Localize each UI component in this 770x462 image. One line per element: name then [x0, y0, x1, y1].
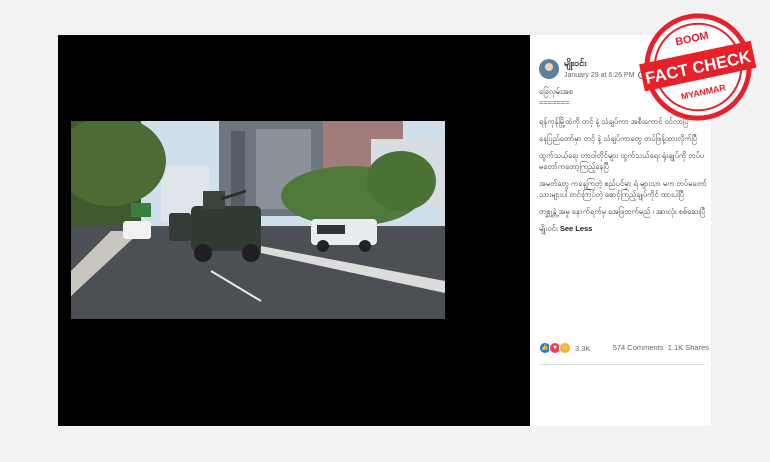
see-less-link[interactable]: See Less [560, 224, 593, 233]
divider [539, 364, 705, 365]
post-paragraph: နေပြည်တော်မှာ တင့် နဲ့ သံချပ်ကာတွေ တပ်ဖြ… [539, 134, 698, 143]
fact-check-logo: FACT CHECK BOOM MYANMAR [639, 13, 757, 121]
street-photo[interactable] [71, 121, 445, 319]
post-timestamp[interactable]: January 29 at 6:26 PM [564, 72, 634, 79]
post-author[interactable]: မျိုးဝင်း [564, 58, 586, 71]
post-meta: January 29 at 6:26 PM [564, 71, 647, 79]
reaction-summary[interactable]: 👍 ♥ ☺ 3.3K [539, 342, 590, 354]
haha-reaction-icon: ☺ [559, 342, 571, 354]
armored-vehicle-street-image [71, 121, 445, 319]
shares-count[interactable]: 1.1K Shares [668, 343, 709, 352]
avatar[interactable] [539, 59, 559, 79]
post-paragraph: အမတ်တွေ ကနေ့ကြတဲ့ စည်ပင်မှာ ရဲ များသာ မက… [539, 179, 707, 199]
photo-viewer [58, 35, 530, 426]
post-paragraph: ထွက်သယ်ရေး တာဝါတိုင်များ ထွက်သယ်ရေး ရုံး… [539, 151, 705, 171]
reaction-count: 3.3K [575, 343, 591, 353]
post-paragraph: တစ္ချန္တဲ့ အမှု နောက်ရက်မှ အေဖြထက်မည် ၊ … [539, 207, 706, 216]
fact-check-stamp: FACT CHECK BOOM MYANMAR [628, 0, 768, 137]
post-signoff: မျိုးဝင်း See Less [539, 223, 707, 234]
signoff-name: မျိုးဝင်း [539, 224, 558, 233]
comments-count[interactable]: 574 Comments [613, 343, 664, 352]
post-stats: 574 Comments 1.1K Shares [613, 343, 709, 352]
